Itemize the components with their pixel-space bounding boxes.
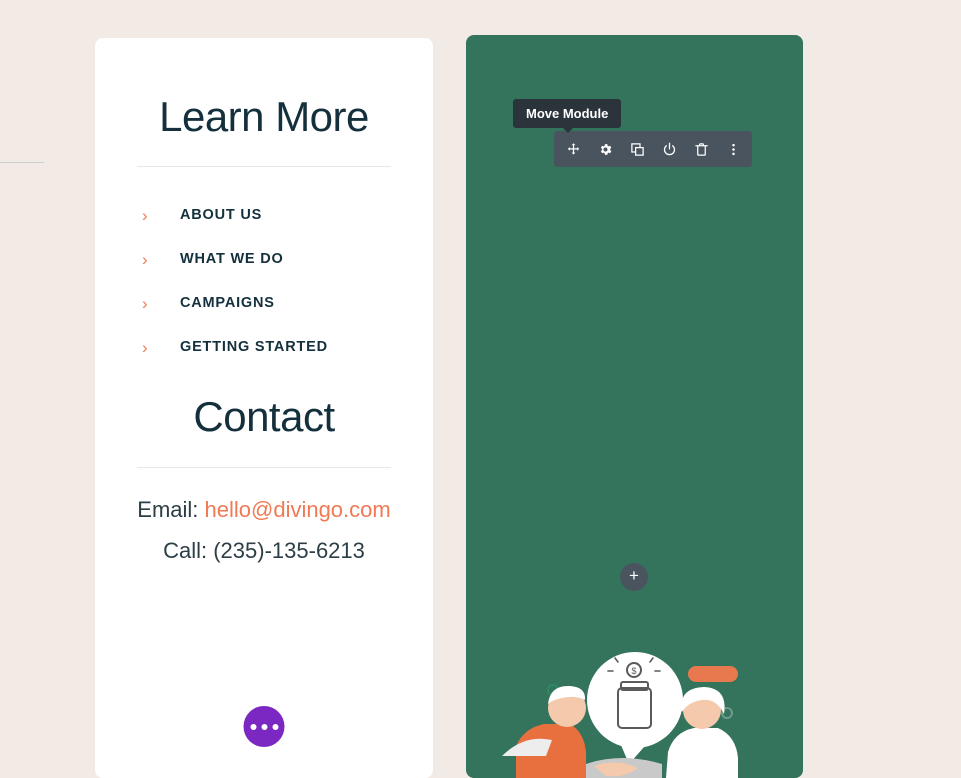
three-dots-icon xyxy=(272,723,278,730)
chevron-right-icon: › xyxy=(142,337,148,357)
learn-more-heading: Learn More xyxy=(159,93,369,140)
link-item-campaigns[interactable]: › CAMPAIGNS xyxy=(117,281,411,325)
three-dots-icon xyxy=(250,723,256,730)
delete-module-button[interactable] xyxy=(691,139,711,159)
add-module-fab[interactable]: + xyxy=(620,563,648,591)
more-options-button[interactable] xyxy=(723,139,743,159)
link-label: GETTING STARTED xyxy=(180,339,328,356)
link-item-getting-started[interactable]: › GETTING STARTED xyxy=(117,325,411,369)
svg-text:$: $ xyxy=(631,666,636,676)
link-item-what-we-do[interactable]: › WHAT WE DO xyxy=(117,237,411,281)
move-module-tooltip: Move Module xyxy=(513,99,622,133)
plus-icon: + xyxy=(629,566,639,585)
contact-phone-line: Call: (235)-135-6213 xyxy=(163,537,365,563)
gear-icon xyxy=(600,143,611,155)
contact-heading: Contact xyxy=(193,393,335,441)
link-item-about-us[interactable]: › ABOUT US xyxy=(117,193,411,237)
move-module-button[interactable] xyxy=(563,139,583,159)
vertical-dots-icon xyxy=(731,143,735,155)
page-edge-rule xyxy=(0,162,44,163)
contact-details: Email: hello@divingo.com Call: (235)-135… xyxy=(117,468,411,571)
chevron-right-icon: › xyxy=(142,205,148,225)
disable-module-button[interactable] xyxy=(659,139,679,159)
module-toolbar[interactable] xyxy=(554,131,752,167)
trash-icon xyxy=(694,142,708,156)
duplicate-module-button[interactable] xyxy=(627,139,647,159)
contact-email-line: Email: hello@divingo.com xyxy=(117,490,411,531)
footer-links-card: Learn More › ABOUT US › WHAT WE DO › CAM… xyxy=(95,38,433,778)
chevron-right-icon: › xyxy=(142,249,148,269)
move-arrows-icon xyxy=(567,142,579,154)
handshake-illustration: $ xyxy=(502,652,738,778)
module-settings-button[interactable] xyxy=(595,139,615,159)
link-label: WHAT WE DO xyxy=(180,251,284,268)
chevron-right-icon: › xyxy=(142,293,148,313)
link-label: ABOUT US xyxy=(180,207,263,224)
contact-email-label: Email: xyxy=(137,497,205,523)
duplicate-icon xyxy=(630,142,644,156)
page-settings-fab[interactable] xyxy=(243,706,285,747)
link-label: CAMPAIGNS xyxy=(180,295,275,312)
contact-email-link[interactable]: hello@divingo.com xyxy=(205,497,391,522)
learn-more-link-list: › ABOUT US › WHAT WE DO › CAMPAIGNS › GE… xyxy=(117,167,411,369)
power-icon xyxy=(663,142,675,155)
three-dots-icon xyxy=(261,723,267,730)
